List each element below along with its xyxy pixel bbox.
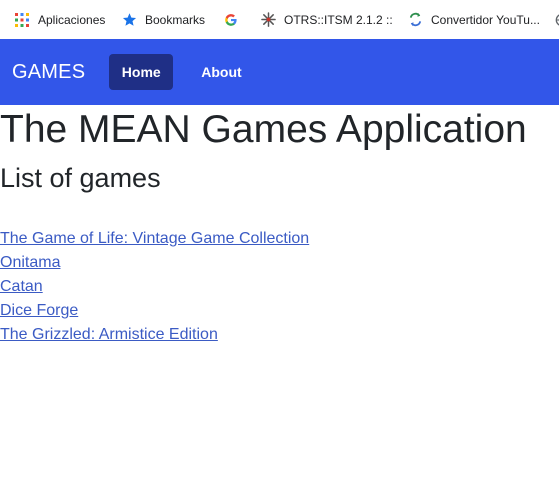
bookmark-google[interactable] bbox=[223, 6, 247, 34]
game-link[interactable]: Onitama bbox=[0, 254, 60, 271]
bookmark-label: OTRS::ITSM 2.1.2 :: I... bbox=[284, 12, 394, 27]
list-item: Onitama bbox=[0, 251, 309, 275]
star-icon bbox=[121, 12, 137, 28]
list-item: Catan bbox=[0, 275, 309, 299]
game-link[interactable]: The Game of Life: Vintage Game Collectio… bbox=[0, 230, 309, 247]
game-list: The Game of Life: Vintage Game Collectio… bbox=[0, 227, 309, 347]
globe-icon bbox=[554, 12, 559, 28]
bookmark-otrs[interactable]: OTRS::ITSM 2.1.2 :: I... bbox=[260, 6, 394, 34]
list-item: The Game of Life: Vintage Game Collectio… bbox=[0, 227, 309, 251]
bookmark-label: Convertidor YouTu... bbox=[431, 12, 540, 27]
brand-logo[interactable]: GAMES bbox=[12, 61, 85, 84]
apps-grid-icon bbox=[14, 12, 30, 28]
page-title: The MEAN Games Application bbox=[0, 108, 527, 151]
bookmark-bookmarks[interactable]: Bookmarks bbox=[121, 6, 207, 34]
list-heading: List of games bbox=[0, 163, 161, 193]
list-item: Dice Forge bbox=[0, 299, 309, 323]
otrs-icon bbox=[260, 12, 276, 28]
bookmark-convertidor[interactable]: Convertidor YouTu... bbox=[407, 6, 541, 34]
bookmark-label: Aplicaciones bbox=[38, 12, 106, 27]
top-navbar: GAMES Home About bbox=[0, 39, 559, 105]
converter-icon bbox=[407, 12, 423, 28]
game-link[interactable]: Catan bbox=[0, 278, 43, 295]
bookmark-aplicaciones[interactable]: Aplicaciones bbox=[14, 6, 108, 34]
game-link[interactable]: Dice Forge bbox=[0, 302, 78, 319]
bookmark-more[interactable] bbox=[554, 6, 559, 34]
bookmarks-bar: Aplicaciones Bookmarks OTRS::ITSM 2.1.2 … bbox=[0, 0, 559, 40]
bookmark-label: Bookmarks bbox=[145, 12, 206, 27]
list-item: The Grizzled: Armistice Edition bbox=[0, 323, 309, 347]
nav-about-link[interactable]: About bbox=[201, 64, 241, 80]
nav-home-button[interactable]: Home bbox=[109, 54, 174, 90]
game-link[interactable]: The Grizzled: Armistice Edition bbox=[0, 326, 218, 343]
google-icon bbox=[223, 12, 239, 28]
